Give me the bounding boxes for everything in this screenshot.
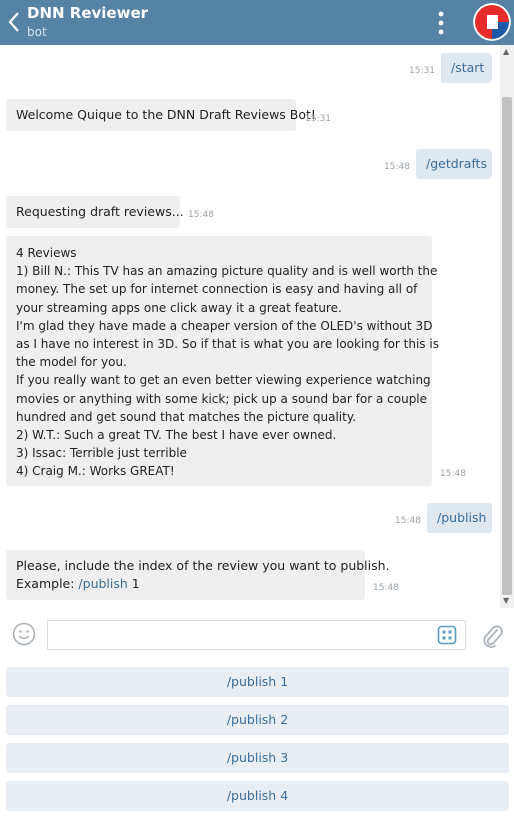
message-time: 15:31 bbox=[305, 114, 331, 124]
message-line: 4) Craig M.: Works GREAT! bbox=[16, 464, 175, 479]
chat-subtitle: bot bbox=[27, 25, 47, 39]
message-time: 15:48 bbox=[188, 210, 214, 220]
message-line: 4 Reviews bbox=[16, 246, 77, 260]
message-list[interactable]: /start 15:31 Welcome Quique to the DNN D… bbox=[0, 45, 500, 608]
incoming-message: Requesting draft reviews... bbox=[6, 196, 184, 228]
scroll-down-arrow-icon[interactable]: ▼ bbox=[503, 596, 509, 605]
bot-avatar[interactable] bbox=[473, 3, 511, 41]
message-line: Please, include the index of the review … bbox=[16, 558, 390, 573]
incoming-message-reviews: 4 Reviews 1) Bill N.: This TV has an ama… bbox=[6, 236, 439, 486]
chat-header: DNN Reviewer bot bbox=[0, 0, 514, 45]
message-text: /publish bbox=[437, 510, 487, 525]
message-text: Welcome Quique to the DNN Draft Reviews … bbox=[16, 107, 316, 122]
example-argument: 1 bbox=[127, 576, 140, 591]
message-line: your streaming apps one click away it a … bbox=[16, 300, 342, 315]
keyboard-button-publish-3[interactable]: /publish 3 bbox=[6, 743, 509, 773]
message-input[interactable] bbox=[47, 620, 466, 650]
message-line: money. The set up for internet connectio… bbox=[16, 282, 418, 297]
paperclip-icon[interactable] bbox=[481, 622, 503, 648]
incoming-message: Please, include the index of the review … bbox=[6, 550, 390, 600]
message-line: the model for you. bbox=[16, 355, 127, 370]
message-text: Requesting draft reviews... bbox=[16, 204, 184, 219]
message-line: 1) Bill N.: This TV has an amazing pictu… bbox=[16, 264, 438, 279]
scroll-up-arrow-icon[interactable]: ▲ bbox=[503, 47, 509, 56]
outgoing-message: /getdrafts bbox=[416, 149, 492, 179]
message-line: as I have no interest in 3D. So if that … bbox=[16, 337, 439, 352]
outgoing-message: /publish bbox=[427, 503, 492, 533]
message-line: 3) Issac: Terrible just terrible bbox=[16, 446, 187, 461]
smile-icon[interactable] bbox=[12, 622, 36, 646]
message-line: 2) W.T.: Such a great TV. The best I hav… bbox=[16, 428, 337, 443]
scroll-thumb[interactable] bbox=[502, 97, 512, 595]
outgoing-message: /start bbox=[441, 53, 492, 83]
more-vertical-icon[interactable] bbox=[432, 10, 450, 36]
message-composer bbox=[0, 608, 514, 663]
chat-title: DNN Reviewer bbox=[27, 4, 149, 22]
message-line-example: Example: /publish 1 bbox=[16, 575, 390, 593]
bot-keyboard-icon[interactable] bbox=[437, 625, 457, 645]
message-time: 15:48 bbox=[384, 162, 410, 172]
keyboard-button-publish-4[interactable]: /publish 4 bbox=[6, 781, 509, 811]
message-line: I'm glad they have made a cheaper versio… bbox=[16, 318, 433, 333]
message-line: If you really want to get an even better… bbox=[16, 373, 431, 388]
message-time: 15:48 bbox=[440, 469, 466, 479]
message-scrollbar[interactable]: ▲ ▼ bbox=[500, 45, 514, 608]
publish-command-link[interactable]: /publish bbox=[78, 576, 127, 591]
message-text: /getdrafts bbox=[426, 156, 488, 171]
incoming-message: Welcome Quique to the DNN Draft Reviews … bbox=[6, 99, 316, 131]
keyboard-button-publish-2[interactable]: /publish 2 bbox=[6, 705, 509, 735]
message-time: 15:48 bbox=[373, 583, 399, 593]
keyboard-button-publish-1[interactable]: /publish 1 bbox=[6, 667, 509, 697]
chevron-left-icon[interactable] bbox=[6, 10, 22, 34]
example-label: Example: bbox=[16, 576, 79, 591]
message-time: 15:48 bbox=[395, 516, 421, 526]
message-line: movies or anything with some kick; pick … bbox=[16, 391, 428, 406]
message-text: /start bbox=[451, 60, 485, 75]
message-time: 15:31 bbox=[409, 66, 435, 76]
message-line: hundred and get sound that matches the p… bbox=[16, 409, 357, 424]
